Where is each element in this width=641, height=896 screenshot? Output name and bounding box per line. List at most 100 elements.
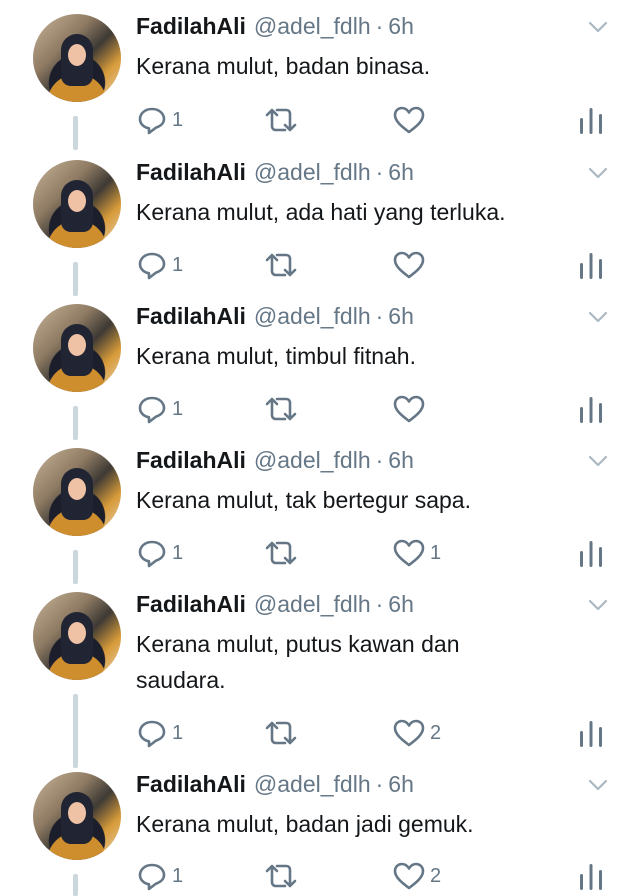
action-bar: 1 [0, 102, 641, 138]
like-count: 2 [430, 721, 442, 744]
reply-button[interactable]: 1 [136, 391, 183, 427]
reply-count: 1 [172, 721, 184, 744]
avatar[interactable] [33, 14, 121, 102]
analytics-button[interactable] [578, 247, 604, 283]
reply-icon [138, 396, 166, 424]
reply-button[interactable]: 1 [136, 535, 183, 571]
reply-count: 1 [172, 864, 184, 887]
timestamp[interactable]: 6h [388, 159, 414, 185]
reply-icon [138, 863, 166, 891]
tweet-header: FadilahAli @adel_fdlh · 6h [136, 158, 414, 186]
display-name[interactable]: FadilahAli [136, 159, 246, 185]
reply-button[interactable]: 1 [136, 858, 183, 894]
separator: · [375, 447, 384, 473]
chevron-down-icon[interactable] [588, 598, 608, 612]
chevron-down-icon[interactable] [588, 20, 608, 34]
user-handle[interactable]: @adel_fdlh [254, 159, 371, 185]
avatar[interactable] [33, 592, 121, 680]
action-bar: 1 1 [0, 535, 641, 571]
avatar[interactable] [33, 160, 121, 248]
heart-icon [393, 862, 425, 890]
user-handle[interactable]: @adel_fdlh [254, 303, 371, 329]
timestamp[interactable]: 6h [388, 13, 414, 39]
user-handle[interactable]: @adel_fdlh [254, 13, 371, 39]
tweet-text: Kerana mulut, putus kawan dan saudara. [136, 631, 460, 693]
reply-count: 1 [172, 541, 184, 564]
tweet-text: Kerana mulut, timbul fitnah. [136, 343, 416, 369]
reply-icon [138, 107, 166, 135]
retweet-icon [265, 253, 297, 277]
like-count: 1 [430, 541, 442, 564]
analytics-button[interactable] [578, 102, 604, 138]
timestamp[interactable]: 6h [388, 303, 414, 329]
retweet-icon [265, 721, 297, 745]
reply-icon [138, 252, 166, 280]
display-name[interactable]: FadilahAli [136, 771, 246, 797]
display-name[interactable]: FadilahAli [136, 13, 246, 39]
separator: · [375, 771, 384, 797]
reply-icon [138, 540, 166, 568]
avatar[interactable] [33, 772, 121, 860]
like-button[interactable] [392, 391, 430, 427]
heart-icon [393, 251, 425, 279]
timestamp[interactable]: 6h [388, 771, 414, 797]
heart-icon [393, 106, 425, 134]
tweet-text: Kerana mulut, ada hati yang terluka. [136, 199, 506, 225]
reply-button[interactable]: 1 [136, 102, 183, 138]
chevron-down-icon[interactable] [588, 166, 608, 180]
heart-icon [393, 539, 425, 567]
like-count: 2 [430, 864, 442, 887]
user-handle[interactable]: @adel_fdlh [254, 771, 371, 797]
analytics-button[interactable] [578, 858, 604, 894]
avatar[interactable] [33, 448, 121, 536]
like-button[interactable]: 2 [392, 858, 441, 894]
analytics-icon [580, 541, 602, 567]
tweet-header: FadilahAli @adel_fdlh · 6h [136, 12, 414, 40]
display-name[interactable]: FadilahAli [136, 447, 246, 473]
retweet-button[interactable] [262, 715, 304, 751]
retweet-button[interactable] [262, 102, 304, 138]
retweet-button[interactable] [262, 391, 304, 427]
analytics-button[interactable] [578, 535, 604, 571]
action-bar: 1 [0, 247, 641, 283]
action-bar: 1 2 [0, 715, 641, 751]
analytics-button[interactable] [578, 391, 604, 427]
avatar[interactable] [33, 304, 121, 392]
retweet-button[interactable] [262, 858, 304, 894]
user-handle[interactable]: @adel_fdlh [254, 447, 371, 473]
retweet-button[interactable] [262, 535, 304, 571]
tweet-header: FadilahAli @adel_fdlh · 6h [136, 302, 414, 330]
tweet-thread: FadilahAli @adel_fdlh · 6h Kerana mulut, ba… [0, 0, 641, 896]
analytics-button[interactable] [578, 715, 604, 751]
user-handle[interactable]: @adel_fdlh [254, 591, 371, 617]
tweet-text: Kerana mulut, badan binasa. [136, 53, 431, 79]
retweet-button[interactable] [262, 247, 304, 283]
display-name[interactable]: FadilahAli [136, 591, 246, 617]
like-button[interactable] [392, 247, 430, 283]
retweet-icon [265, 108, 297, 132]
chevron-down-icon[interactable] [588, 454, 608, 468]
reply-count: 1 [172, 397, 184, 420]
reply-icon [138, 720, 166, 748]
reply-button[interactable]: 1 [136, 715, 183, 751]
like-button[interactable]: 1 [392, 535, 441, 571]
timestamp[interactable]: 6h [388, 447, 414, 473]
analytics-icon [580, 721, 602, 747]
analytics-icon [580, 253, 602, 279]
heart-icon [393, 395, 425, 423]
action-bar: 1 2 [0, 858, 641, 894]
tweet-header: FadilahAli @adel_fdlh · 6h [136, 770, 414, 798]
chevron-down-icon[interactable] [588, 778, 608, 792]
tweet-text: Kerana mulut, tak bertegur sapa. [136, 487, 471, 513]
heart-icon [393, 719, 425, 747]
chevron-down-icon[interactable] [588, 310, 608, 324]
like-button[interactable] [392, 102, 430, 138]
retweet-icon [265, 864, 297, 888]
tweet-text: Kerana mulut, badan jadi gemuk. [136, 811, 474, 837]
timestamp[interactable]: 6h [388, 591, 414, 617]
reply-button[interactable]: 1 [136, 247, 183, 283]
like-button[interactable]: 2 [392, 715, 441, 751]
display-name[interactable]: FadilahAli [136, 303, 246, 329]
retweet-icon [265, 397, 297, 421]
separator: · [375, 591, 384, 617]
